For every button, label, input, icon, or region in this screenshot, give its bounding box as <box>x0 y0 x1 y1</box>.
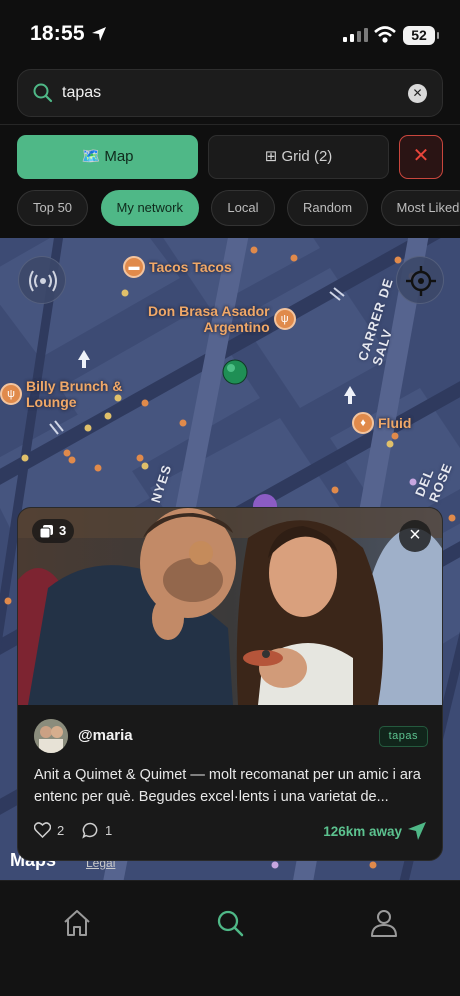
broadcast-icon <box>29 270 57 292</box>
bottom-tab-bar <box>0 880 460 996</box>
wifi-icon <box>374 26 396 43</box>
post-card[interactable]: 3 × @maria tapas Anit a Quimet & Quimet … <box>17 507 443 861</box>
view-toggle: 🗺️ Map ⊞ Grid (2) ✕ <box>17 135 443 179</box>
comment-icon <box>82 822 98 839</box>
status-bar: 18:55 52 <box>0 0 460 64</box>
filter-chips: Top 50 My network Local Random Most Like… <box>17 190 460 226</box>
post-photo[interactable]: 3 × <box>18 508 442 705</box>
clear-search-button[interactable]: ✕ <box>408 84 427 103</box>
live-broadcast-button[interactable] <box>18 256 66 304</box>
poi-fluid[interactable]: ♦ Fluid <box>352 412 411 434</box>
close-results-button[interactable]: ✕ <box>399 135 443 179</box>
username[interactable]: @maria <box>78 727 133 744</box>
navigate-arrow-icon[interactable] <box>406 820 428 842</box>
comment-button[interactable]: 1 <box>82 822 112 839</box>
search-icon <box>33 83 53 103</box>
poi-label: Tacos Tacos <box>149 259 232 275</box>
map-view-button[interactable]: 🗺️ Map <box>17 135 198 179</box>
filter-chip-most-liked[interactable]: Most Liked <box>380 190 460 226</box>
close-card-button[interactable]: × <box>399 520 431 552</box>
drink-icon: ♦ <box>352 412 374 434</box>
poi-billy-brunch[interactable]: ψ Billy Brunch & Lounge <box>0 378 122 410</box>
like-button[interactable]: 2 <box>34 822 64 838</box>
like-count: 2 <box>57 822 65 838</box>
comment-count: 1 <box>105 823 113 838</box>
filter-chip-random[interactable]: Random <box>286 190 369 226</box>
restaurant-pin-icon: ▬ <box>123 256 145 278</box>
avatar[interactable] <box>34 719 68 753</box>
search-bar[interactable]: tapas ✕ <box>17 69 443 117</box>
distance-label: 126km away <box>323 824 402 839</box>
heart-icon <box>34 822 51 838</box>
filter-chip-my-network[interactable]: My network <box>100 190 199 226</box>
status-time: 18:55 <box>30 22 85 45</box>
filter-chip-local[interactable]: Local <box>211 190 275 226</box>
poi-label: Don Brasa Asador Argentino <box>148 303 270 335</box>
location-arrow-icon <box>92 27 106 41</box>
fork-knife-icon: ψ <box>0 383 22 405</box>
poi-tacos-tacos[interactable]: ▬ Tacos Tacos <box>123 256 232 278</box>
home-icon[interactable] <box>61 907 93 939</box>
post-caption: Anit a Quimet & Quimet — molt recomanat … <box>34 767 421 805</box>
poi-label: Billy Brunch & Lounge <box>26 378 123 410</box>
battery-indicator: 52 <box>403 26 439 45</box>
poi-don-brasa[interactable]: Don Brasa Asador Argentino ψ <box>148 303 296 335</box>
avatar-image <box>34 719 68 753</box>
photo-image <box>18 508 442 705</box>
profile-icon[interactable] <box>368 907 400 939</box>
gallery-icon <box>40 524 53 538</box>
fork-knife-icon: ψ <box>273 308 296 330</box>
cellular-signal-icon <box>343 28 368 42</box>
header-divider <box>0 124 460 125</box>
photo-count: 3 <box>59 523 67 538</box>
search-tab-icon[interactable] <box>214 907 246 939</box>
poi-label: Fluid <box>378 415 412 431</box>
tag-badge[interactable]: tapas <box>378 726 428 747</box>
photo-count-badge: 3 <box>32 519 75 543</box>
filter-chip-top-50[interactable]: Top 50 <box>17 190 89 226</box>
search-input[interactable]: tapas <box>62 70 392 116</box>
grid-view-button[interactable]: ⊞ Grid (2) <box>208 135 389 179</box>
